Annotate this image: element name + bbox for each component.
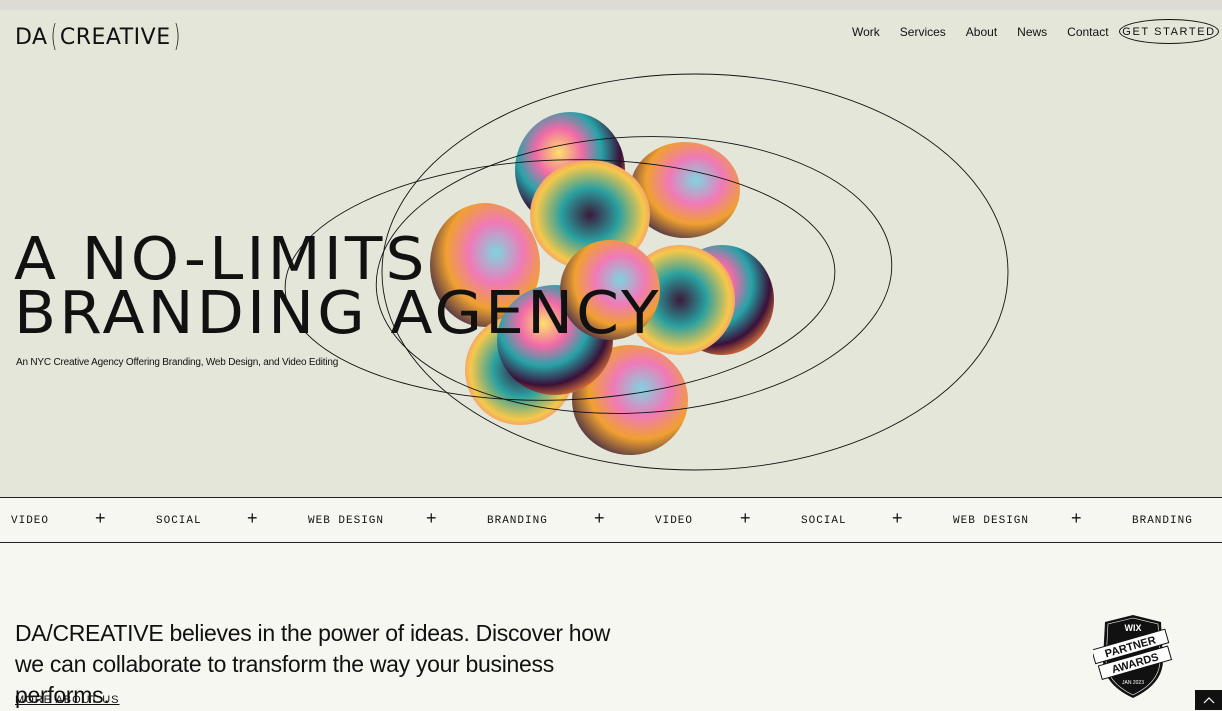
ticker-item: VIDEO [655,515,694,527]
ticker-item: SOCIAL [156,515,202,527]
services-ticker: VIDEO + SOCIAL + WEB DESIGN + BRANDING +… [0,497,1222,543]
plus-icon: + [426,508,437,528]
plus-icon: + [892,508,903,528]
badge-top: WIX [1125,623,1142,633]
wix-partner-awards-badge: WIX PARTNER AWARDS JAN 2023 [1093,615,1173,698]
ticker-item: BRANDING [1132,515,1193,527]
hero-subtitle: An NYC Creative Agency Offering Branding… [16,357,339,368]
plus-icon: + [740,508,751,528]
plus-icon: + [247,508,258,528]
hero-title-line2: BRANDING AGENCY [14,278,662,347]
more-about-us-link[interactable]: MORE ABOUT US [15,694,119,706]
badge-date: JAN 2023 [1122,680,1144,686]
chevron-up-icon [1203,697,1214,704]
scroll-to-top-button[interactable] [1195,690,1222,710]
plus-icon: + [594,508,605,528]
ticker-item: SOCIAL [801,515,847,527]
top-strip [0,0,1222,10]
ticker-item: VIDEO [11,515,50,527]
ticker-item: WEB DESIGN [308,515,385,527]
plus-icon: + [1071,508,1082,528]
ticker-item: WEB DESIGN [953,515,1030,527]
ticker-item: BRANDING [487,515,548,527]
hero-section: DA ( CREATIVE ) Work Services About News… [0,10,1222,497]
hero-title: A NO-LIMITS BRANDING AGENCY [14,229,662,347]
plus-icon: + [95,508,106,528]
